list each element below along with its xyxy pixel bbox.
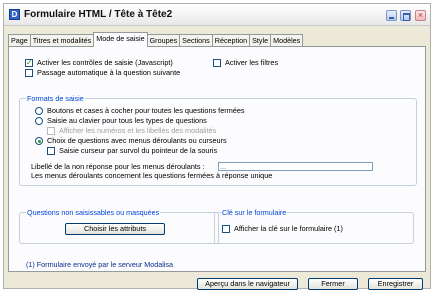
key-group-title: Clé sur le formulaire	[221, 208, 288, 217]
tab-strip: Page Titres et modalités Mode de saisie …	[8, 32, 304, 47]
maximize-button[interactable]	[400, 10, 411, 21]
js-controls-label: Activer les contrôles de saisie (Javascr…	[37, 58, 173, 67]
window-title: Formulaire HTML / Tête à Tête2	[24, 9, 173, 20]
dropdown-note: Les menus déroulants concernent les ques…	[31, 171, 273, 180]
auto-next-label: Passage automatique à la question suivan…	[37, 68, 181, 77]
radio-keyboard-entry-label: Saisie au clavier pour tous les types de…	[47, 116, 207, 125]
show-key-checkbox[interactable]	[222, 225, 230, 233]
tab-panel: Activer les contrôles de saisie (Javascr…	[8, 46, 426, 272]
radio-keyboard-entry[interactable]	[35, 117, 43, 125]
unseizable-group-title: Questions non saisissables ou masquées	[26, 208, 161, 217]
filters-label: Activer les filtres	[225, 58, 279, 67]
dialog-window: D Formulaire HTML / Tête à Tête2 × Page …	[3, 3, 431, 290]
show-numbers-label: Afficher les numéros et les libellés des…	[59, 126, 217, 135]
title-bar[interactable]: D Formulaire HTML / Tête à Tête2 ×	[4, 4, 430, 26]
minimize-button[interactable]	[386, 10, 397, 21]
preview-button[interactable]: Aperçu dans le navigateur	[197, 278, 298, 290]
app-icon: D	[9, 9, 20, 20]
cursor-hover-label: Saisie curseur par survol du pointeur de…	[59, 146, 218, 155]
auto-next-checkbox[interactable]	[25, 69, 33, 77]
nonresponse-label: Libellé de la non réponse pour les menus…	[31, 162, 205, 171]
close-button[interactable]: Fermer	[308, 278, 358, 290]
show-key-label: Afficher la clé sur le formulaire (1)	[234, 224, 343, 233]
key-group: Clé sur le formulaire Afficher la clé su…	[214, 208, 414, 244]
unseizable-group: Questions non saisissables ou masquées C…	[19, 208, 219, 244]
js-controls-checkbox[interactable]	[25, 58, 33, 67]
footer-note: (1) Formulaire envoyé par le serveur Mod…	[26, 260, 174, 269]
choose-attributes-button[interactable]: Choisir les attributs	[65, 223, 165, 235]
nonresponse-input[interactable]: ...	[218, 162, 373, 171]
radio-dropdown-cursor-label: Choix de questions avec menus déroulants…	[47, 136, 227, 145]
show-numbers-checkbox[interactable]	[47, 127, 55, 135]
radio-buttons-checkboxes-label: Boutons et cases à cocher pour toutes le…	[47, 106, 245, 115]
save-button[interactable]: Enregistrer	[368, 278, 423, 290]
radio-dropdown-cursor[interactable]	[35, 137, 43, 145]
nonresponse-value: ...	[220, 162, 227, 171]
radio-buttons-checkboxes[interactable]	[35, 107, 43, 115]
cursor-hover-checkbox[interactable]	[47, 147, 55, 155]
formats-group-title: Formats de saisie	[26, 94, 85, 103]
formats-group: Formats de saisie Boutons et cases à coc…	[19, 94, 417, 186]
tab-mode-saisie[interactable]: Mode de saisie	[93, 32, 148, 47]
close-window-button[interactable]: ×	[415, 10, 426, 21]
filters-checkbox[interactable]	[213, 59, 221, 67]
